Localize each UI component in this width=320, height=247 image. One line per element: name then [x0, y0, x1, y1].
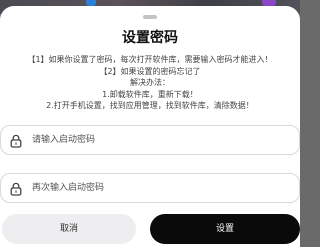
confirm-password-field[interactable]: 再次输入启动密码	[0, 173, 300, 203]
instruction-line: 解决办法：	[130, 78, 170, 87]
password-placeholder: 请输入启动密码	[32, 135, 96, 145]
instruction-line: 1.卸载软件库，重新下载！	[102, 89, 198, 99]
instruction-line: 【1】如果你设置了密码，每次打开软件库，需要输入密码才能进入！	[27, 55, 273, 64]
lock-icon	[10, 182, 22, 196]
instruction-line: 【2】如果设置的密码忘记了	[99, 66, 201, 76]
set-password-dialog: 设置密码 【1】如果你设置了密码，每次打开软件库，需要输入密码才能进入！ 【2】…	[0, 6, 300, 247]
cancel-button[interactable]: 取消	[2, 214, 136, 244]
lock-icon	[10, 134, 22, 148]
confirm-password-placeholder: 再次输入启动密码	[32, 183, 105, 193]
instruction-line: 2.打开手机设置，找到应用管理，找到软件库，清除数据！	[46, 101, 254, 110]
drag-handle[interactable]	[143, 15, 157, 19]
instructions-text: 【1】如果你设置了密码，每次打开软件库，需要输入密码才能进入！ 【2】如果设置的…	[0, 54, 300, 112]
set-button[interactable]: 设置	[150, 214, 300, 244]
password-field[interactable]: 请输入启动密码	[0, 125, 300, 155]
dialog-title: 设置密码	[122, 30, 178, 46]
